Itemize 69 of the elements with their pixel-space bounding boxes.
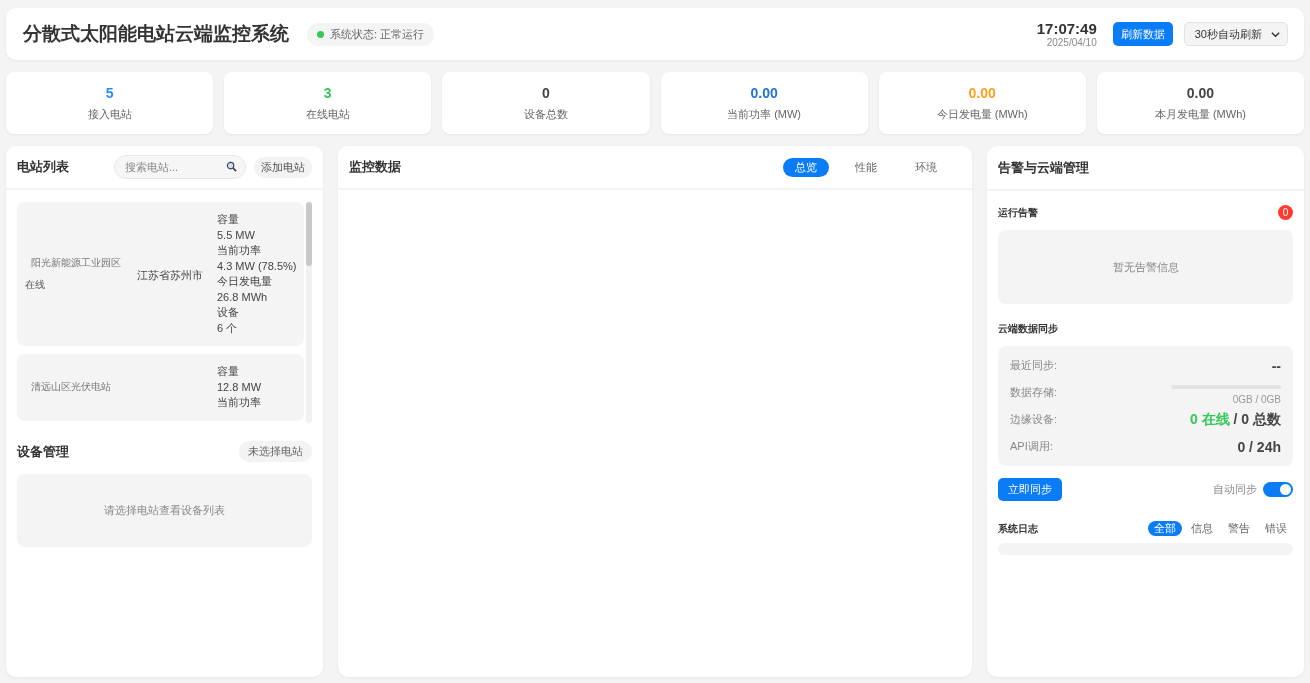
stat-value: 3 xyxy=(323,84,332,101)
alert-count-badge: 0 xyxy=(1278,205,1293,220)
section-title: 运行告警 xyxy=(998,205,1038,220)
sync-label: API调用: xyxy=(1010,439,1053,454)
interval-select[interactable]: 30秒自动刷新 xyxy=(1183,22,1288,46)
log-filter-tab[interactable]: 警告 xyxy=(1222,521,1256,536)
sync-label: 边缘设备: xyxy=(1010,412,1058,427)
metric-value: 26.8 MWh xyxy=(217,289,269,305)
metric-value: 6 个 xyxy=(217,320,239,336)
status-text: 系统状态: 正常运行 xyxy=(330,26,425,42)
station-card[interactable]: 阳光新能源工业园区 在线 江苏省苏州市 容量 5.5 MW 当前功率 4.3 MW (78.5%) 今日发电量 26.8 MWh 设备 6 个 xyxy=(17,202,304,346)
stat-label: 接入电站 xyxy=(87,106,132,122)
toggle-label: 自动同步 xyxy=(1213,482,1257,497)
metric-label: 容量 xyxy=(217,364,240,379)
station-name: 阳光新能源工业园区 xyxy=(30,256,122,270)
empty-text: 请选择电站查看设备列表 xyxy=(104,503,225,518)
metric-label: 今日发电量 xyxy=(217,274,273,289)
stat-value: 0.00 xyxy=(1186,84,1215,101)
stat-label: 本月发电量 (MWh) xyxy=(1154,106,1246,122)
metric-label: 设备 xyxy=(217,305,240,320)
panel-title: 告警与云端管理 xyxy=(998,158,1089,177)
stat-label: 在线电站 xyxy=(305,106,350,122)
clock-date: 2025/04/10 xyxy=(1046,37,1097,48)
sync-label: 最近同步: xyxy=(1010,358,1058,373)
metric-label: 当前功率 xyxy=(217,243,262,258)
total-count: / 0 总数 xyxy=(1233,410,1281,427)
section-title: 设备管理 xyxy=(17,442,69,461)
panel-title: 电站列表 xyxy=(17,158,69,176)
station-badge: 未选择电站 xyxy=(239,441,312,462)
app-title: 分散式太阳能电站云端监控系统 xyxy=(23,22,289,46)
online-count: 0 在线 xyxy=(1189,410,1230,427)
tab[interactable]: 环境 xyxy=(903,157,949,177)
station-status: 在线 xyxy=(25,278,46,292)
log-filter-tab[interactable]: 全部 xyxy=(1148,521,1182,536)
log-filter-tab[interactable]: 错误 xyxy=(1259,521,1293,536)
stat-value: 0.00 xyxy=(750,84,778,101)
section-title: 云端数据同步 xyxy=(998,322,1058,336)
panel-title: 监控数据 xyxy=(349,158,401,176)
toggle-switch[interactable] xyxy=(1263,482,1293,497)
refresh-button[interactable]: 刷新数据 xyxy=(1112,22,1173,46)
stat-value: 0.00 xyxy=(968,84,996,101)
add-station-button[interactable]: 添加电站 xyxy=(254,156,312,178)
stat-value: 5 xyxy=(105,84,114,101)
stat-label: 设备总数 xyxy=(523,106,568,122)
stat-label: 今日发电量 (MWh) xyxy=(936,106,1028,122)
scrollbar[interactable] xyxy=(306,202,312,423)
metric-label: 当前功率 xyxy=(217,395,262,410)
section-title: 系统日志 xyxy=(998,521,1038,536)
tab[interactable]: 性能 xyxy=(843,157,889,177)
sync-now-button[interactable]: 立即同步 xyxy=(998,478,1062,501)
empty-text: 暂无告警信息 xyxy=(1112,259,1179,275)
metric-label: 容量 xyxy=(217,212,240,227)
metric-value: 12.8 MW xyxy=(217,379,262,395)
sync-value: -- xyxy=(1271,357,1281,374)
station-card[interactable]: 清远山区光伏电站 容量 12.8 MW 当前功率 xyxy=(17,354,304,421)
search-field[interactable]: 搜索电站... xyxy=(114,155,246,179)
log-filter-tab[interactable]: 信息 xyxy=(1185,521,1219,536)
sync-value: 0 / 24h xyxy=(1237,438,1281,455)
stat-label: 当前功率 (MW) xyxy=(727,106,802,122)
station-name: 清远山区光伏电站 xyxy=(30,380,112,395)
storage-value: 0GB / 0GB xyxy=(1232,393,1281,405)
metric-value: 5.5 MW xyxy=(217,227,256,243)
metric-value: 4.3 MW (78.5%) xyxy=(217,258,298,274)
tab[interactable]: 总览 xyxy=(783,157,829,177)
sync-label: 数据存储: xyxy=(1010,385,1058,400)
search-icon xyxy=(226,161,237,172)
stat-value: 0 xyxy=(542,84,550,101)
station-location: 江苏省苏州市 xyxy=(137,269,203,281)
clock-time: 17:07:49 xyxy=(1036,20,1097,37)
